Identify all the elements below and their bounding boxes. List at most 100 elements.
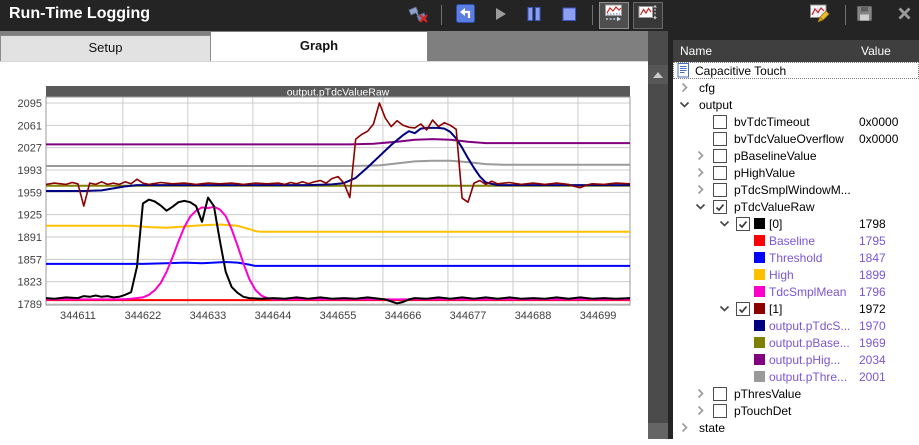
chart-panel: output.pTdcValueRaw178918231857189119251…	[0, 61, 648, 439]
row-label: pBaselineValue	[734, 149, 817, 163]
series-color-swatch	[754, 286, 765, 297]
checkbox-unchecked[interactable]	[713, 387, 727, 401]
row-label: bvTdcValueOverflow	[734, 132, 844, 146]
row-label: Threshold	[769, 251, 822, 265]
tree-row[interactable]: Threshold 1847	[673, 249, 919, 266]
series-color-swatch	[754, 269, 765, 280]
tree-row[interactable]: output.pHig...2034	[673, 351, 919, 368]
row-value: 1795	[859, 234, 886, 248]
row-label: output.pBase...	[769, 336, 850, 350]
tree-header: Name Value	[673, 40, 919, 62]
vertical-scrollbar[interactable]	[648, 31, 668, 439]
tree-row[interactable]: output.pBase... 1969	[673, 334, 919, 351]
tree-row[interactable]: pTouchDet	[673, 402, 919, 419]
x-axis-labels: 3446113446223446333446443446553446663446…	[60, 310, 616, 322]
scrolling-graph-toggle[interactable]	[599, 2, 629, 29]
tab-setup[interactable]: Setup	[0, 35, 211, 61]
chevron-right-icon[interactable]	[695, 150, 706, 161]
svg-text:2095: 2095	[18, 98, 42, 110]
pause-button[interactable]	[521, 4, 547, 28]
tree-row[interactable]: [0]1798	[673, 215, 919, 232]
row-label: cfg	[699, 81, 715, 95]
tree-row[interactable]: bvTdcValueOverflow0x0000	[673, 130, 919, 147]
svg-text:344688: 344688	[515, 310, 552, 322]
tree-row[interactable]: cfg	[673, 79, 919, 96]
arrow-up-icon	[653, 72, 663, 78]
tree-row[interactable]: Baseline1795	[673, 232, 919, 249]
tree-row[interactable]: pTdcSmplWindowM...	[673, 181, 919, 198]
svg-text:2061: 2061	[18, 120, 42, 132]
row-label: pTouchDet	[734, 404, 791, 418]
tree-row[interactable]: output.pThre...2001	[673, 368, 919, 385]
toolbar-separator	[845, 5, 846, 25]
tree-row[interactable]: TdcSmplMean1796	[673, 283, 919, 300]
checkbox-unchecked[interactable]	[713, 115, 727, 129]
checkbox-checked[interactable]	[736, 302, 750, 316]
tree-row[interactable]: Capacitive Touch	[673, 62, 919, 79]
row-value: 1847	[859, 251, 886, 265]
chevron-right-icon[interactable]	[695, 405, 706, 416]
chevron-right-icon[interactable]	[679, 82, 690, 93]
checkbox-unchecked[interactable]	[713, 404, 727, 418]
toolbar-separator	[592, 5, 593, 25]
tree-row[interactable]: [1]1972	[673, 300, 919, 317]
chevron-right-icon[interactable]	[695, 167, 706, 178]
scroll-up-button[interactable]	[648, 65, 668, 84]
tree-row[interactable]: pBaselineValue	[673, 147, 919, 164]
series-color-swatch	[754, 354, 765, 365]
svg-text:344666: 344666	[385, 310, 422, 322]
scrollbar-track-end	[648, 423, 668, 439]
tree-row[interactable]: High1899	[673, 266, 919, 283]
close-button[interactable]	[891, 4, 917, 28]
checkbox-checked[interactable]	[713, 200, 727, 214]
svg-text:1789: 1789	[18, 299, 42, 311]
checkbox-checked[interactable]	[736, 217, 750, 231]
tree-row[interactable]: output	[673, 96, 919, 113]
chevron-right-icon[interactable]	[695, 388, 706, 399]
checkbox-unchecked[interactable]	[713, 132, 727, 146]
chevron-right-icon[interactable]	[695, 184, 706, 195]
checkbox-unchecked[interactable]	[713, 166, 727, 180]
tree-row[interactable]: pThresValue	[673, 385, 919, 402]
tree-header-name: Name	[680, 44, 712, 58]
line-chart[interactable]: output.pTdcValueRaw178918231857189119251…	[0, 62, 648, 440]
watch-tree-panel: Name Value Capacitive TouchcfgoutputbvTd…	[673, 31, 919, 439]
checkbox-unchecked[interactable]	[713, 149, 727, 163]
svg-text:1891: 1891	[18, 232, 42, 244]
row-label: [1]	[769, 302, 782, 316]
restart-button[interactable]	[452, 4, 478, 28]
tree-row[interactable]: bvTdcTimeout0x0000	[673, 113, 919, 130]
row-label: output.pTdcS...	[769, 319, 850, 333]
svg-text:344633: 344633	[190, 310, 227, 322]
tab-graph[interactable]: Graph	[211, 32, 427, 61]
tree-row[interactable]: state	[673, 419, 919, 436]
chevron-down-icon[interactable]	[719, 218, 730, 229]
plot-area	[46, 97, 630, 305]
chevron-right-icon[interactable]	[679, 422, 690, 433]
row-value: 2001	[859, 370, 886, 384]
chevron-down-icon[interactable]	[679, 99, 690, 110]
svg-text:344622: 344622	[125, 310, 162, 322]
disconnect-button[interactable]	[405, 4, 431, 28]
play-button[interactable]	[487, 4, 513, 28]
chevron-down-icon[interactable]	[695, 201, 706, 212]
graph-settings-button[interactable]	[808, 4, 834, 28]
chevron-down-icon[interactable]	[719, 303, 730, 314]
row-label: output.pHig...	[769, 353, 840, 367]
stop-button[interactable]	[556, 4, 582, 28]
window-titlebar: Run-Time Logging	[0, 0, 919, 31]
tree-row[interactable]: output.pTdcS...1970	[673, 317, 919, 334]
save-button[interactable]	[851, 4, 877, 28]
series-color-swatch	[754, 218, 765, 229]
fixed-graph-toggle[interactable]	[633, 2, 663, 29]
tree-row[interactable]: pTdcValueRaw	[673, 198, 919, 215]
tree-row[interactable]: pHighValue	[673, 164, 919, 181]
svg-text:1925: 1925	[18, 210, 42, 222]
window-title: Run-Time Logging	[9, 5, 150, 23]
series-color-swatch	[754, 235, 765, 246]
tree-rows: Capacitive Touch cfgoutputbvTdcTimeout0x0…	[673, 62, 919, 436]
row-value: 1969	[859, 336, 886, 350]
row-value: 1796	[859, 285, 886, 299]
row-label: pTdcValueRaw	[734, 200, 814, 214]
checkbox-unchecked[interactable]	[713, 183, 727, 197]
